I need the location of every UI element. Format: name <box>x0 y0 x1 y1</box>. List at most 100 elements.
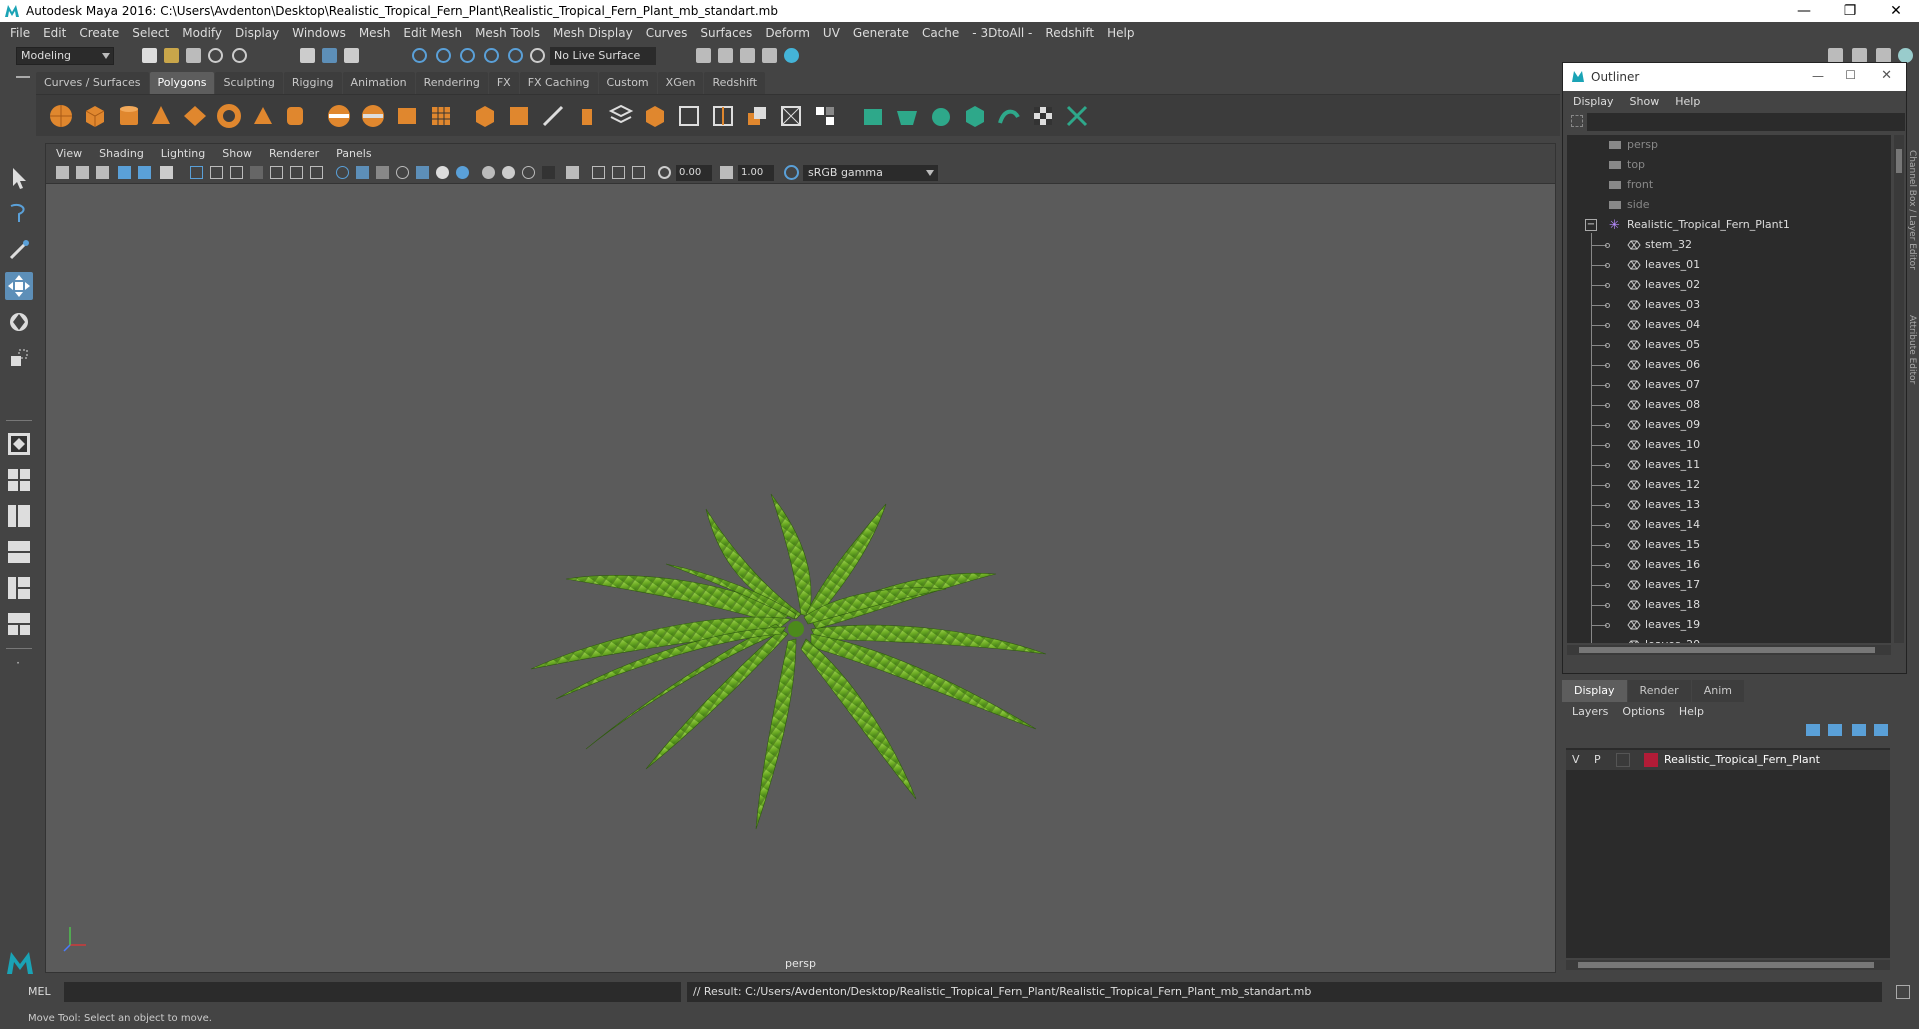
collapse-toggle-icon[interactable]: − <box>1585 219 1597 231</box>
extract-icon[interactable] <box>394 103 420 129</box>
menu-create[interactable]: Create <box>79 26 119 40</box>
smooth-shade-icon[interactable] <box>356 166 369 179</box>
wireframe-icon[interactable] <box>336 166 349 179</box>
multi-cut-icon[interactable] <box>540 103 566 129</box>
script-language-toggle[interactable]: MEL <box>28 985 51 998</box>
layer-tab-anim[interactable]: Anim <box>1691 680 1744 702</box>
menu-modify[interactable]: Modify <box>182 26 222 40</box>
poly-cube-icon[interactable] <box>82 103 108 129</box>
split-icon[interactable] <box>812 103 838 129</box>
poly-plane-icon[interactable] <box>182 103 208 129</box>
menu-set-selector[interactable]: Modeling <box>16 47 114 65</box>
menu-mesh[interactable]: Mesh <box>359 26 391 40</box>
outliner-item-persp[interactable]: persp <box>1567 135 1891 155</box>
textured-icon[interactable] <box>416 166 429 179</box>
camera-select-icon[interactable] <box>56 166 69 179</box>
save-scene-icon[interactable] <box>186 48 201 63</box>
viewport-menu-show[interactable]: Show <box>222 147 252 160</box>
four-view-layout-icon[interactable] <box>5 466 33 494</box>
shadows-icon[interactable] <box>456 166 469 179</box>
use-all-lights-icon[interactable] <box>436 166 449 179</box>
layer-menu-layers[interactable]: Layers <box>1572 705 1608 718</box>
viewport-menu-lighting[interactable]: Lighting <box>161 147 205 160</box>
snap-point-icon[interactable] <box>460 48 475 63</box>
outliner-item-child[interactable]: leaves_17 <box>1567 575 1891 595</box>
outliner-item-side[interactable]: side <box>1567 195 1891 215</box>
outliner-item-top[interactable]: top <box>1567 155 1891 175</box>
viewport-menu-panels[interactable]: Panels <box>336 147 371 160</box>
xray-joints-icon[interactable] <box>592 166 605 179</box>
shelf-tab-redshift[interactable]: Redshift <box>704 72 766 94</box>
motion-blur-icon[interactable] <box>502 166 515 179</box>
command-input[interactable] <box>64 982 681 1002</box>
depth-of-field-icon[interactable] <box>542 166 555 179</box>
move-layer-up-icon[interactable] <box>1806 724 1820 736</box>
menu-help[interactable]: Help <box>1107 26 1134 40</box>
exposure-icon[interactable] <box>658 166 671 179</box>
outliner-horizontal-scrollbar[interactable] <box>1567 645 1891 655</box>
move-tool-icon[interactable] <box>5 272 33 300</box>
outliner-item-child[interactable]: leaves_06 <box>1567 355 1891 375</box>
shelf-tab-animation[interactable]: Animation <box>342 72 415 94</box>
outliner-item-child[interactable]: stem_32 <box>1567 235 1891 255</box>
single-perspective-layout-icon[interactable] <box>5 430 33 458</box>
layer-tab-render[interactable]: Render <box>1627 680 1691 702</box>
menu-edit-mesh[interactable]: Edit Mesh <box>403 26 462 40</box>
menu-select[interactable]: Select <box>132 26 169 40</box>
more-layouts-icon[interactable]: · <box>8 656 28 676</box>
select-object-icon[interactable] <box>322 48 337 63</box>
gamma-icon[interactable] <box>720 166 733 179</box>
layer-horizontal-scrollbar[interactable] <box>1566 960 1890 970</box>
append-icon[interactable] <box>608 103 634 129</box>
shelf-tab-curves-surfaces[interactable]: Curves / Surfaces <box>36 72 149 94</box>
bridge-icon[interactable] <box>506 103 532 129</box>
menu-file[interactable]: File <box>10 26 30 40</box>
layer-color-swatch[interactable] <box>1644 753 1658 767</box>
outliner-item-child[interactable]: leaves_04 <box>1567 315 1891 335</box>
layer-visibility-toggle[interactable]: V <box>1572 750 1580 770</box>
fern-plant-model[interactable] <box>476 469 1116 849</box>
combine-icon[interactable] <box>326 103 352 129</box>
outliner-menu-show[interactable]: Show <box>1630 95 1660 108</box>
extrude-icon[interactable] <box>574 103 600 129</box>
outliner-item-child[interactable]: leaves_09 <box>1567 415 1891 435</box>
ambient-occlusion-icon[interactable] <box>482 166 495 179</box>
view-transform-dropdown[interactable]: sRGB gamma <box>803 165 938 181</box>
shelf-tab-sculpting[interactable]: Sculpting <box>215 72 283 94</box>
fill-hole-icon[interactable] <box>642 103 668 129</box>
hypershade-icon[interactable] <box>784 48 799 63</box>
safe-title-icon[interactable] <box>310 166 323 179</box>
xray-icon[interactable] <box>396 166 409 179</box>
menu-windows[interactable]: Windows <box>292 26 346 40</box>
outliner-item-child[interactable]: leaves_08 <box>1567 395 1891 415</box>
outliner-item-child[interactable]: leaves_18 <box>1567 595 1891 615</box>
paint-select-tool-icon[interactable] <box>5 236 33 264</box>
outliner-close-button[interactable]: ✕ <box>1881 68 1892 83</box>
bevel-icon[interactable] <box>472 103 498 129</box>
poly-torus-icon[interactable] <box>216 103 242 129</box>
shelf-tab-rigging[interactable]: Rigging <box>283 72 342 94</box>
poly-pipe-icon[interactable] <box>282 103 308 129</box>
outliner-menu-help[interactable]: Help <box>1675 95 1700 108</box>
layer-tab-display[interactable]: Display <box>1562 680 1627 702</box>
lasso-tool-icon[interactable] <box>5 200 33 228</box>
render-view-icon[interactable] <box>696 48 711 63</box>
outliner-item-child[interactable]: leaves_11 <box>1567 455 1891 475</box>
isolate-select-icon[interactable] <box>566 166 579 179</box>
redo-icon[interactable] <box>232 48 247 63</box>
menu-redshift[interactable]: Redshift <box>1045 26 1094 40</box>
select-tool-icon[interactable] <box>5 164 33 192</box>
layer-playback-toggle[interactable]: P <box>1594 750 1601 770</box>
edge-loop-icon[interactable] <box>676 103 702 129</box>
persp-outliner-layout-icon[interactable] <box>5 502 33 530</box>
rotate-tool-icon[interactable] <box>5 308 33 336</box>
snap-curve-icon[interactable] <box>436 48 451 63</box>
shelf-tab-fx[interactable]: FX <box>488 72 519 94</box>
collapse-icon[interactable] <box>778 103 804 129</box>
outliner-item-front[interactable]: front <box>1567 175 1891 195</box>
grease-pencil-icon[interactable] <box>160 166 173 179</box>
undo-icon[interactable] <box>208 48 223 63</box>
uv-cylindrical-icon[interactable] <box>894 103 920 129</box>
viewport-menu-shading[interactable]: Shading <box>99 147 144 160</box>
gate-mask-icon[interactable] <box>250 166 263 179</box>
